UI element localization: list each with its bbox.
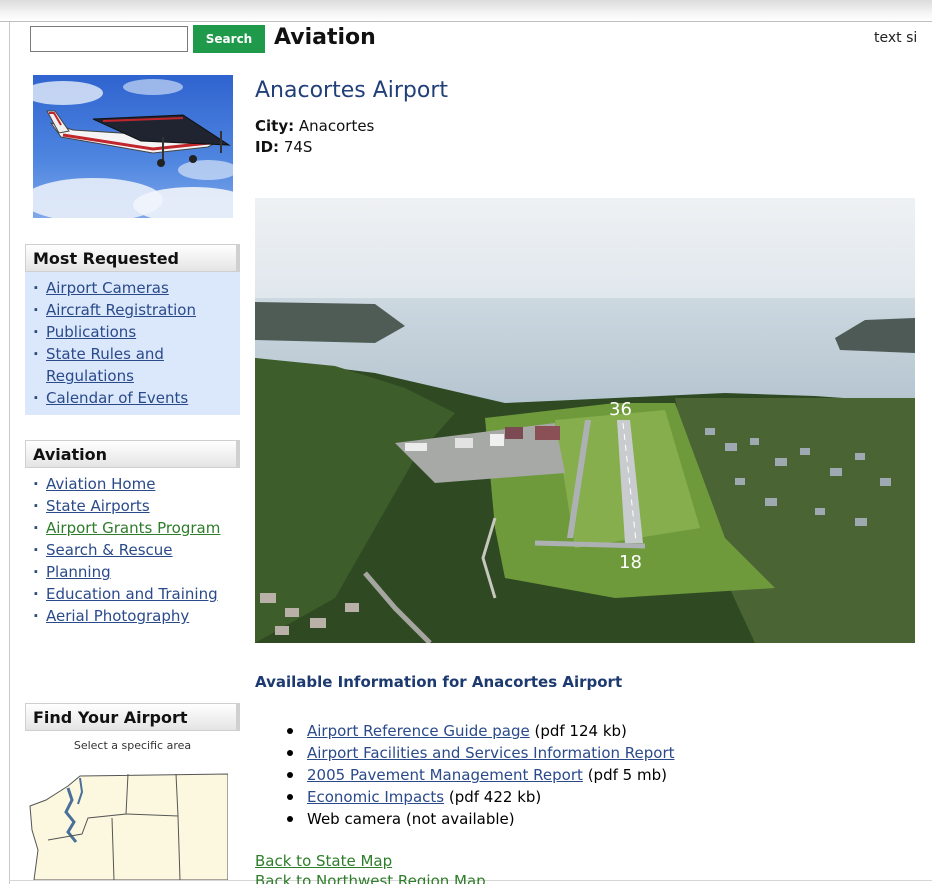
publications-link[interactable]: Publications [46,323,136,341]
list-item: Airport Grants Program [33,517,232,539]
aviation-home-link[interactable]: Aviation Home [46,475,155,493]
list-item: Airport Cameras [33,277,232,299]
state-rules-link[interactable]: State Rules and Regulations [46,345,164,385]
airport-name: Anacortes Airport [255,78,448,103]
available-info-list: Airport Reference Guide page (pdf 124 kb… [285,720,675,830]
economic-impacts-link[interactable]: Economic Impacts [307,788,444,806]
window-top-border [0,0,932,22]
find-airport-box: Find Your Airport Select a specific area [25,703,240,752]
reference-guide-size: (pdf 124 kb) [534,722,627,740]
list-item: Aircraft Registration [33,299,232,321]
list-item: State Rules and Regulations [33,343,232,387]
most-requested-heading: Most Requested [25,244,240,272]
find-airport-heading: Find Your Airport [25,703,240,731]
id-row: ID: 74S [255,138,312,156]
list-item: Search & Rescue [33,539,232,561]
aerial-photography-link[interactable]: Aerial Photography [46,607,189,625]
search-button[interactable]: Search [193,25,265,53]
plane-photo [33,75,233,218]
list-item: Web camera (not available) [285,808,675,830]
list-item: State Airports [33,495,232,517]
airport-cameras-link[interactable]: Airport Cameras [46,279,169,297]
economic-impacts-size: (pdf 422 kb) [448,788,542,806]
city-label: City: [255,117,295,135]
list-item: Aerial Photography [33,605,232,627]
runway-label-18: 18 [619,552,642,573]
facilities-report-link[interactable]: Airport Facilities and Services Informat… [307,744,675,762]
search-rescue-link[interactable]: Search & Rescue [46,541,173,559]
text-size-label[interactable]: text si [874,30,917,46]
available-info-heading: Available Information for Anacortes Airp… [255,673,623,691]
aviation-box: Aviation Aviation Home State Airports Ai… [25,440,240,633]
runway-label-36: 36 [609,399,632,420]
site-title: Aviation [274,25,376,50]
list-item: Publications [33,321,232,343]
city-value: Anacortes [298,117,375,135]
airport-aerial-photo: 36 18 [255,198,915,643]
web-camera-note: Web camera (not available) [307,810,515,828]
education-training-link[interactable]: Education and Training [46,585,218,603]
state-airports-link[interactable]: State Airports [46,497,150,515]
list-item: Aviation Home [33,473,232,495]
city-row: City: Anacortes [255,117,374,135]
most-requested-box: Most Requested Airport Cameras Aircraft … [25,244,240,415]
most-requested-list: Airport Cameras Aircraft Registration Pu… [25,272,240,415]
pavement-report-link[interactable]: 2005 Pavement Management Report [307,766,583,784]
list-item: Airport Reference Guide page (pdf 124 kb… [285,720,675,742]
pavement-report-size: (pdf 5 mb) [587,766,667,784]
list-item: Calendar of Events [33,387,232,409]
aviation-list: Aviation Home State Airports Airport Gra… [25,468,240,633]
aircraft-registration-link[interactable]: Aircraft Registration [46,301,196,319]
back-to-region-map-link[interactable]: Back to Northwest Region Map [255,872,486,884]
reference-guide-link[interactable]: Airport Reference Guide page [307,722,530,740]
aviation-heading: Aviation [25,440,240,468]
find-airport-note: Select a specific area [73,739,192,752]
state-map[interactable] [28,770,229,881]
page-left-rule [9,22,10,884]
id-label: ID: [255,138,280,156]
airport-grants-link[interactable]: Airport Grants Program [46,519,220,537]
list-item: Planning [33,561,232,583]
planning-link[interactable]: Planning [46,563,111,581]
calendar-of-events-link[interactable]: Calendar of Events [46,389,188,407]
id-value: 74S [283,138,313,156]
list-item: Economic Impacts (pdf 422 kb) [285,786,675,808]
back-to-state-map-link[interactable]: Back to State Map [255,852,392,870]
list-item: Education and Training [33,583,232,605]
list-item: 2005 Pavement Management Report (pdf 5 m… [285,764,675,786]
search-input[interactable] [30,26,188,52]
list-item: Airport Facilities and Services Informat… [285,742,675,764]
